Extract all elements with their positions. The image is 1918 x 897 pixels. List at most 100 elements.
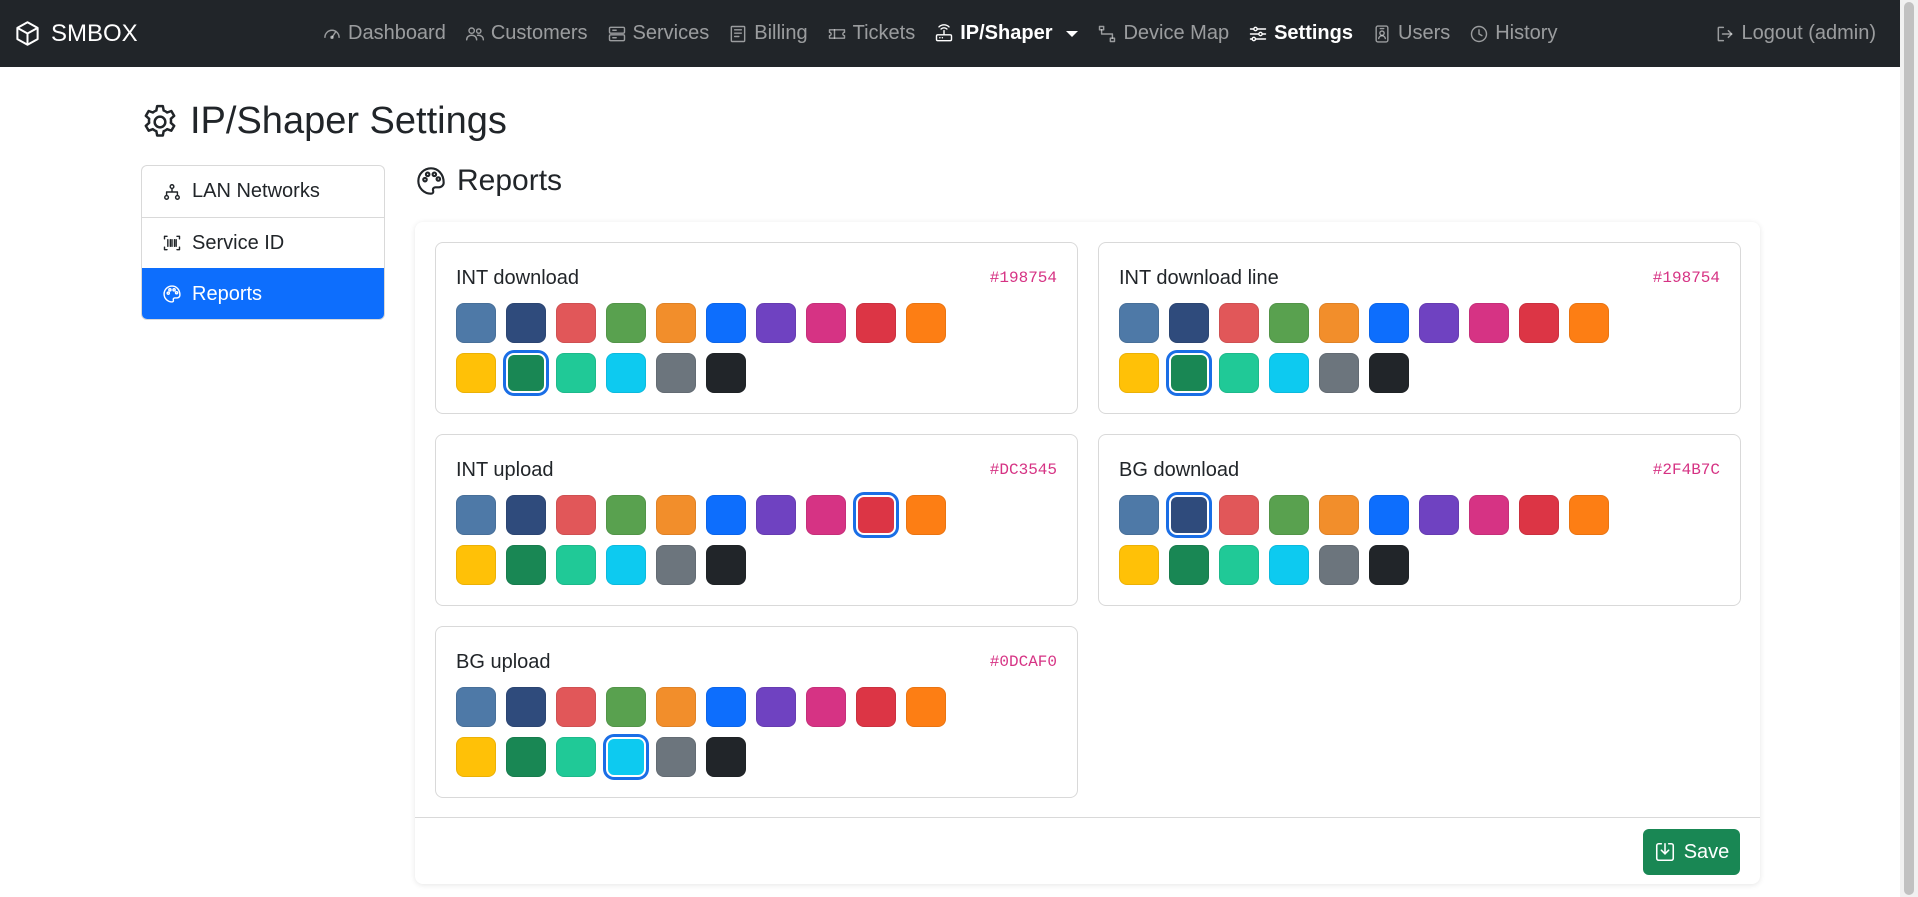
color-swatch[interactable] bbox=[656, 737, 696, 777]
color-swatch[interactable] bbox=[1469, 303, 1509, 343]
color-swatch[interactable] bbox=[556, 737, 596, 777]
color-swatch[interactable] bbox=[1169, 495, 1209, 535]
color-swatch[interactable] bbox=[1169, 303, 1209, 343]
brand[interactable]: SMBOX bbox=[14, 0, 138, 67]
color-swatch[interactable] bbox=[556, 545, 596, 585]
nav-item-tickets[interactable]: Tickets bbox=[827, 22, 915, 45]
nav-item-dashboard[interactable]: Dashboard bbox=[322, 22, 446, 45]
color-swatch[interactable] bbox=[1319, 353, 1359, 393]
color-swatch[interactable] bbox=[606, 545, 646, 585]
color-swatch[interactable] bbox=[1369, 303, 1409, 343]
color-swatch[interactable] bbox=[706, 687, 746, 727]
color-swatch[interactable] bbox=[506, 737, 546, 777]
logout-link[interactable]: Logout (admin) bbox=[1715, 0, 1876, 67]
nav-item-billing[interactable]: Billing bbox=[728, 22, 808, 45]
color-swatch[interactable] bbox=[606, 353, 646, 393]
color-swatch[interactable] bbox=[656, 545, 696, 585]
color-swatch[interactable] bbox=[1119, 303, 1159, 343]
color-swatch[interactable] bbox=[906, 495, 946, 535]
color-swatch[interactable] bbox=[706, 545, 746, 585]
color-swatch[interactable] bbox=[506, 303, 546, 343]
color-swatch[interactable] bbox=[1569, 495, 1609, 535]
color-swatch[interactable] bbox=[706, 303, 746, 343]
color-swatch[interactable] bbox=[856, 495, 896, 535]
color-swatch[interactable] bbox=[1219, 545, 1259, 585]
color-swatch[interactable] bbox=[506, 545, 546, 585]
color-swatch[interactable] bbox=[656, 687, 696, 727]
side-menu-item-lan-networks[interactable]: LAN Networks bbox=[142, 166, 384, 217]
color-swatch[interactable] bbox=[1219, 495, 1259, 535]
color-swatch[interactable] bbox=[1369, 353, 1409, 393]
color-swatch[interactable] bbox=[506, 353, 546, 393]
color-swatch[interactable] bbox=[1369, 495, 1409, 535]
network-icon bbox=[164, 183, 180, 200]
color-swatch[interactable] bbox=[1219, 303, 1259, 343]
side-menu-item-reports[interactable]: Reports bbox=[142, 268, 384, 319]
color-swatch[interactable] bbox=[456, 687, 496, 727]
color-swatch[interactable] bbox=[606, 303, 646, 343]
color-swatch[interactable] bbox=[1269, 353, 1309, 393]
color-swatch[interactable] bbox=[656, 353, 696, 393]
color-swatch[interactable] bbox=[456, 303, 496, 343]
color-swatch[interactable] bbox=[606, 737, 646, 777]
color-swatch[interactable] bbox=[1119, 545, 1159, 585]
color-swatch[interactable] bbox=[556, 303, 596, 343]
color-swatch[interactable] bbox=[806, 303, 846, 343]
color-swatch[interactable] bbox=[1469, 495, 1509, 535]
color-swatch[interactable] bbox=[1269, 495, 1309, 535]
color-swatch[interactable] bbox=[1369, 545, 1409, 585]
color-swatch[interactable] bbox=[606, 495, 646, 535]
nav-item-device-map[interactable]: Device Map bbox=[1097, 22, 1229, 45]
nav-item-users[interactable]: Users bbox=[1372, 22, 1450, 45]
color-swatch[interactable] bbox=[856, 687, 896, 727]
color-swatch[interactable] bbox=[1419, 303, 1459, 343]
color-swatch[interactable] bbox=[656, 495, 696, 535]
color-swatch[interactable] bbox=[1169, 545, 1209, 585]
save-button[interactable]: Save bbox=[1643, 829, 1740, 875]
color-swatch[interactable] bbox=[456, 495, 496, 535]
color-hex-value: #DC3545 bbox=[989, 461, 1057, 479]
color-swatch[interactable] bbox=[806, 687, 846, 727]
nav-item-customers[interactable]: Customers bbox=[465, 22, 588, 45]
nav-item-services[interactable]: Services bbox=[607, 22, 709, 45]
nav-item-history[interactable]: History bbox=[1469, 22, 1557, 45]
color-swatch[interactable] bbox=[906, 303, 946, 343]
color-swatch[interactable] bbox=[1269, 545, 1309, 585]
color-swatch[interactable] bbox=[556, 687, 596, 727]
color-swatch[interactable] bbox=[706, 737, 746, 777]
color-swatch[interactable] bbox=[706, 495, 746, 535]
color-swatch[interactable] bbox=[606, 687, 646, 727]
color-swatch[interactable] bbox=[756, 303, 796, 343]
color-swatch[interactable] bbox=[906, 687, 946, 727]
color-swatch[interactable] bbox=[1519, 495, 1559, 535]
scrollbar-thumb[interactable] bbox=[1904, 2, 1914, 895]
color-swatch[interactable] bbox=[1319, 303, 1359, 343]
color-swatch[interactable] bbox=[506, 687, 546, 727]
color-swatch[interactable] bbox=[1169, 353, 1209, 393]
color-swatch[interactable] bbox=[556, 353, 596, 393]
color-swatch[interactable] bbox=[806, 495, 846, 535]
color-swatch[interactable] bbox=[1319, 545, 1359, 585]
color-swatch[interactable] bbox=[706, 353, 746, 393]
color-swatch[interactable] bbox=[756, 495, 796, 535]
color-swatch[interactable] bbox=[656, 303, 696, 343]
color-swatch[interactable] bbox=[456, 353, 496, 393]
color-swatch[interactable] bbox=[1119, 353, 1159, 393]
color-swatch[interactable] bbox=[556, 495, 596, 535]
color-swatch[interactable] bbox=[1519, 303, 1559, 343]
side-menu-item-service-id[interactable]: Service ID bbox=[142, 217, 384, 268]
color-swatch[interactable] bbox=[756, 687, 796, 727]
color-swatch[interactable] bbox=[856, 303, 896, 343]
color-swatch[interactable] bbox=[456, 737, 496, 777]
nav-item-ip-shaper[interactable]: IP/Shaper bbox=[934, 22, 1079, 45]
color-swatch[interactable] bbox=[1419, 495, 1459, 535]
color-swatch[interactable] bbox=[1569, 303, 1609, 343]
page-scrollbar[interactable] bbox=[1900, 0, 1918, 897]
color-swatch[interactable] bbox=[1319, 495, 1359, 535]
color-swatch[interactable] bbox=[506, 495, 546, 535]
color-swatch[interactable] bbox=[1219, 353, 1259, 393]
color-swatch[interactable] bbox=[456, 545, 496, 585]
nav-item-settings[interactable]: Settings bbox=[1248, 22, 1353, 45]
color-swatch[interactable] bbox=[1119, 495, 1159, 535]
color-swatch[interactable] bbox=[1269, 303, 1309, 343]
